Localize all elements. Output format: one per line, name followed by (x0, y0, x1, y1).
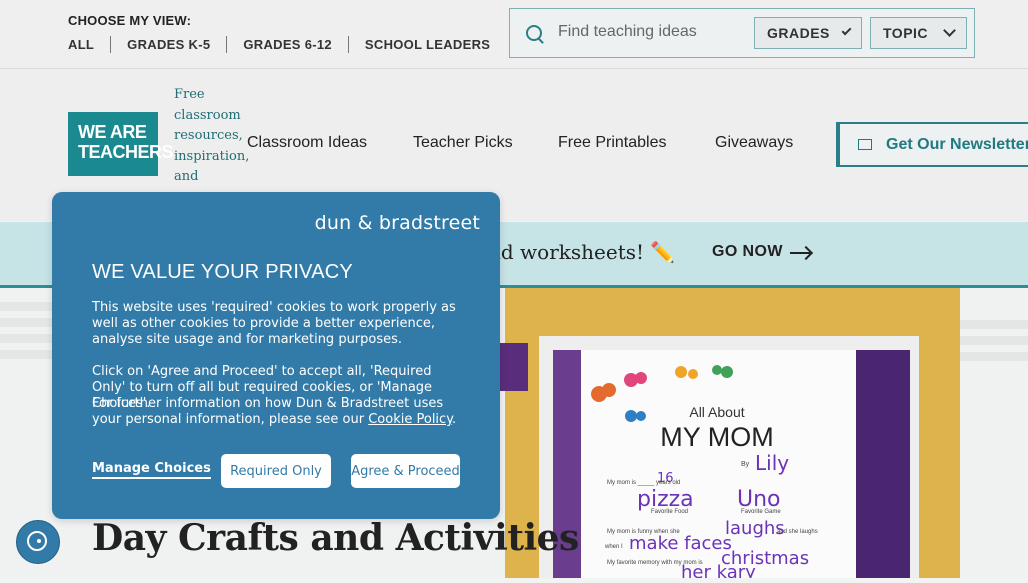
cookie-consent-modal: dun & bradstreet WE VALUE YOUR PRIVACY T… (52, 192, 500, 519)
cookie-policy-link[interactable]: Cookie Policy (368, 412, 452, 427)
dun-bradstreet-logo: dun & bradstreet (314, 212, 480, 234)
agree-proceed-button[interactable]: Agree & Proceed (351, 454, 460, 488)
required-only-button[interactable]: Required Only (221, 454, 331, 488)
privacy-title: WE VALUE YOUR PRIVACY (92, 261, 353, 283)
manage-choices-link[interactable]: Manage Choices (92, 461, 211, 479)
privacy-paragraph-3: For further information on how Dun & Bra… (92, 396, 462, 428)
privacy-paragraph-1: This website uses 'required' cookies to … (92, 300, 456, 347)
privacy-paragraph-3-end: . (452, 412, 457, 427)
cookie-settings-icon[interactable] (16, 520, 60, 564)
